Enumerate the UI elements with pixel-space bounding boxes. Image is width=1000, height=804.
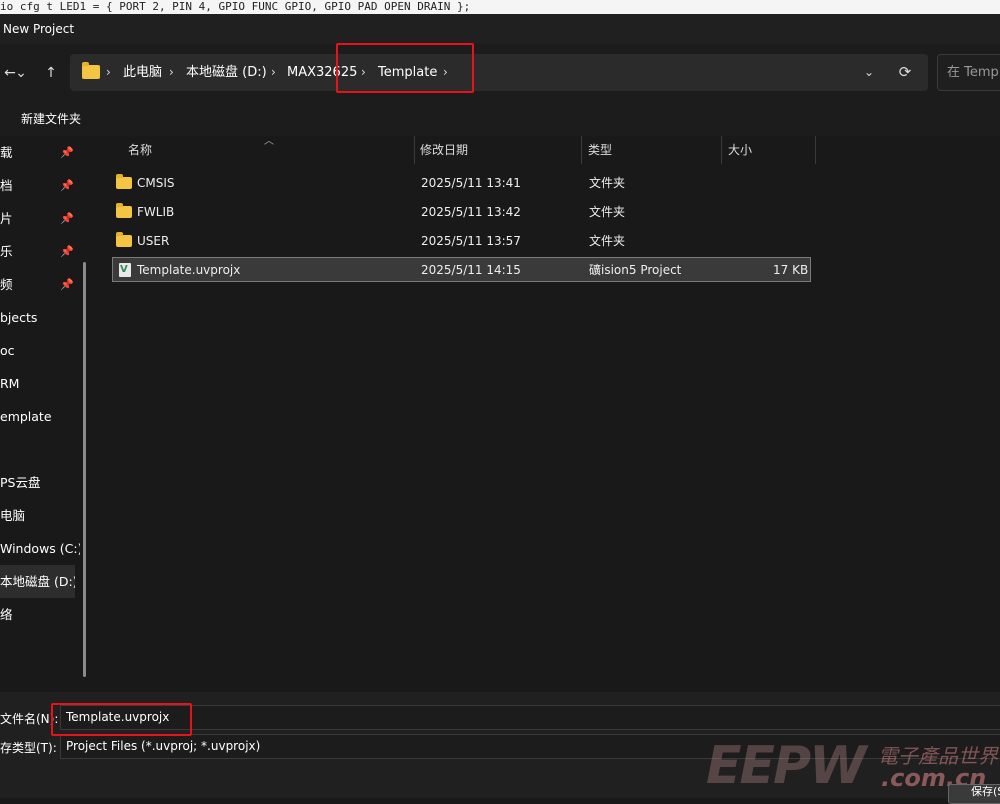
pin-icon[interactable]: 📌 [60,169,74,202]
column-divider[interactable] [581,136,582,164]
command-toolbar: 新建文件夹 [0,102,1000,136]
highlight-annotation [51,703,192,736]
sidebar-item-this-pc[interactable]: 电脑 [0,499,80,532]
pin-icon[interactable]: 📌 [60,136,74,169]
address-bar[interactable]: › 此电脑 › 本地磁盘 (D:) › MAX32625 › Template … [70,54,928,91]
sidebar-item-label: Windows (C:) [0,541,80,556]
folder-icon [116,174,132,189]
breadcrumb-separator-icon: › [271,65,276,79]
file-date: 2025/5/11 14:15 [421,263,521,277]
column-header-name[interactable]: 名称 [128,136,152,164]
file-row-cmsis[interactable]: CMSIS 2025/5/11 13:41 文件夹 [112,171,811,196]
navigation-sidebar: 载 📌 档 📌 片 📌 乐 📌 频 📌 bjects oc RM emplate PS云盘… [0,136,96,692]
sidebar-item-local-disk-d[interactable]: 本地磁盘 (D:) [0,565,75,598]
file-date: 2025/5/11 13:57 [421,234,521,248]
highlight-annotation [336,43,474,93]
folder-icon [116,232,132,247]
column-header-date[interactable]: 修改日期 [420,136,468,164]
filename-input[interactable]: Template.uvprojx [60,705,1000,730]
sidebar-item-label: oc [0,343,15,358]
dialog-title: New Project [3,22,75,36]
sidebar-item-label: 档 [0,178,13,193]
new-folder-button[interactable]: 新建文件夹 [21,102,81,136]
sidebar-item-label: 片 [0,211,13,226]
breadcrumb-separator-icon: › [106,65,111,79]
column-divider[interactable] [721,136,722,164]
sidebar-item-wps-cloud[interactable]: PS云盘 [0,466,80,499]
file-date: 2025/5/11 13:41 [421,176,521,190]
column-divider[interactable] [414,136,415,164]
refresh-icon[interactable]: ⟳ [893,54,917,91]
file-name: Template.uvprojx [137,263,241,277]
sidebar-item-label: PS云盘 [0,475,41,490]
sidebar-item-documents[interactable]: 档 📌 [0,169,80,202]
pin-icon[interactable]: 📌 [60,235,74,268]
sidebar-item-label: emplate [0,409,52,424]
column-divider[interactable] [815,136,816,164]
dialog-titlebar: New Project [0,14,1000,44]
pin-icon[interactable]: 📌 [60,202,74,235]
file-name: CMSIS [137,176,175,190]
sidebar-item-label: 频 [0,277,13,292]
sidebar-item-pictures[interactable]: 片 📌 [0,202,80,235]
sidebar-item-oc[interactable]: oc [0,334,80,367]
sidebar-item-network[interactable]: 络 [0,598,80,631]
sidebar-item-label: 络 [0,607,13,622]
file-row-template-uvprojx[interactable]: V Template.uvprojx 2025/5/11 14:15 礦isio… [112,257,811,282]
sidebar-item-downloads[interactable]: 载 📌 [0,136,80,169]
file-list-pane: ︿ 名称 修改日期 类型 大小 CMSIS 2025/5/11 13:41 文件… [96,136,1000,692]
column-header-type[interactable]: 类型 [588,136,612,164]
sidebar-item-template[interactable]: emplate [0,400,80,433]
pin-icon[interactable]: 📌 [60,268,74,301]
file-row-fwlib[interactable]: FWLIB 2025/5/11 13:42 文件夹 [112,200,811,225]
file-type: 文件夹 [589,176,626,190]
code-editor-line: io cfg t LED1 = { PORT 2, PIN 4, GPIO FU… [0,0,1000,14]
file-type: 礦ision5 Project [589,263,682,277]
filetype-label: 存类型(T): [0,741,57,755]
file-name: USER [137,234,170,248]
sidebar-item-videos[interactable]: 频 📌 [0,268,80,301]
sidebar-item-music[interactable]: 乐 📌 [0,235,80,268]
sidebar-item-label: 乐 [0,244,13,259]
breadcrumb-local-disk-d[interactable]: 本地磁盘 (D:) [186,54,267,91]
address-history-chevron-icon[interactable]: ⌄ [857,54,881,91]
recent-locations-chevron-icon[interactable]: ⌄ [9,61,33,85]
up-arrow-icon[interactable]: ↑ [39,61,63,85]
file-size: 17 KB [773,263,809,277]
file-row-user[interactable]: USER 2025/5/11 13:57 文件夹 [112,229,811,254]
watermark-logo: EEPW [706,736,867,796]
folder-icon [82,62,100,79]
search-input[interactable]: 在 Template 中搜索 [937,54,1000,91]
breadcrumb-this-pc[interactable]: 此电脑 [123,54,162,91]
save-button[interactable]: 保存(S) [948,784,1000,804]
breadcrumb-separator-icon: › [169,65,174,79]
column-header-size[interactable]: 大小 [728,136,752,164]
sidebar-item-label: RM [0,376,20,391]
file-type: 文件夹 [589,234,626,248]
sidebar-item-windows-c[interactable]: Windows (C:) [0,532,80,565]
uvision-project-icon: V [119,263,131,277]
folder-icon [116,203,132,218]
sidebar-item-objects[interactable]: bjects [0,301,80,334]
sidebar-item-label: 电脑 [0,508,26,523]
file-type: 文件夹 [589,205,626,219]
file-date: 2025/5/11 13:42 [421,205,521,219]
sidebar-item-label: 本地磁盘 (D:) [0,574,75,589]
sidebar-item-label: bjects [0,310,38,325]
filename-label: 文件名(N): [0,712,59,726]
sidebar-item-label: 载 [0,145,13,160]
sort-ascending-icon: ︿ [264,136,274,147]
sidebar-item-rm[interactable]: RM [0,367,80,400]
sidebar-scrollbar[interactable] [83,262,86,677]
file-name: FWLIB [137,205,175,219]
